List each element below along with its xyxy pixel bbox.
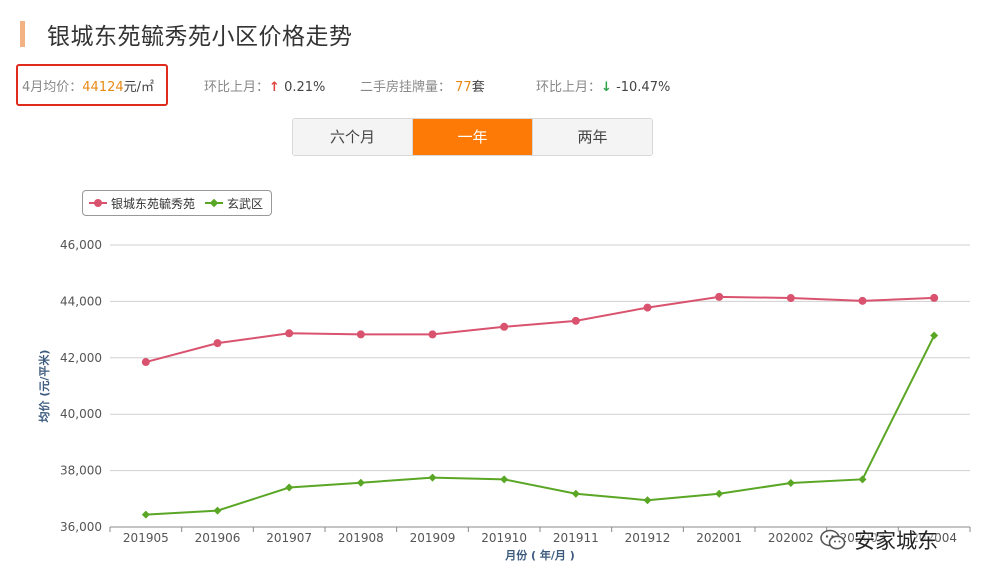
series-1-point	[213, 339, 222, 348]
price-trend-chart: 36,000 38,000 40,000 42,000 44,000 46,000 2019…	[37, 238, 971, 562]
series-2-point	[643, 496, 652, 505]
series-2-point	[428, 473, 437, 482]
x-tick-label: 201910	[481, 531, 527, 545]
y-tick-label: 36,000	[60, 520, 102, 534]
series-2-point	[500, 475, 509, 484]
y-axis-title: 均价 (元/平米)	[37, 350, 51, 423]
legend-item-series-1[interactable]: 银城东苑毓秀苑	[89, 195, 195, 212]
watermark-text: 安家城东	[854, 529, 938, 553]
legend-swatch-series-1	[89, 198, 107, 208]
y-tick-label: 38,000	[60, 464, 102, 478]
x-tick-label: 201911	[553, 531, 599, 545]
series-1-point	[571, 316, 580, 325]
x-axis-title: 月份 ( 年/月 )	[504, 548, 575, 562]
legend-item-series-2[interactable]: 玄武区	[205, 195, 263, 212]
series-1-point	[285, 329, 294, 338]
series-1-point	[428, 330, 437, 339]
series-1-point	[858, 296, 867, 305]
series-2-point	[356, 478, 365, 487]
series-1-point	[356, 330, 365, 339]
legend-label-series-1: 银城东苑毓秀苑	[111, 196, 196, 211]
wechat-icon	[820, 529, 846, 551]
legend-label-series-2: 玄武区	[227, 196, 264, 211]
series-2-point	[930, 331, 939, 340]
x-tick-label: 201905	[123, 531, 169, 545]
series-2-point	[715, 489, 724, 498]
series-1-point	[141, 358, 150, 367]
y-tick-label: 40,000	[60, 407, 102, 421]
series-2-point	[858, 475, 867, 484]
x-tick-label: 201912	[625, 531, 671, 545]
series-1-point	[643, 303, 652, 312]
series-2-point	[786, 479, 795, 488]
y-tick-label: 44,000	[60, 294, 102, 308]
legend-swatch-series-2	[205, 198, 224, 208]
series-line-2	[145, 335, 936, 516]
series-1-point	[930, 293, 939, 302]
x-tick-label: 202001	[696, 531, 742, 545]
chart-legend: 银城东苑毓秀苑 玄武区	[82, 190, 273, 216]
series-2-point	[213, 506, 222, 515]
series-1-point	[500, 322, 509, 331]
y-tick-label: 46,000	[60, 238, 102, 252]
x-tick-label: 201909	[410, 531, 456, 545]
x-tick-label: 201908	[338, 531, 384, 545]
series-2-point	[571, 489, 580, 498]
x-tick-label: 201907	[266, 531, 312, 545]
watermark: 安家城东	[820, 525, 938, 555]
x-tick-label: 201906	[195, 531, 241, 545]
y-tick-label: 42,000	[60, 351, 102, 365]
series-1-point	[786, 294, 795, 303]
series-1-point	[715, 292, 724, 301]
series-2-point	[141, 510, 150, 519]
series-2-point	[285, 483, 294, 492]
series-line-1	[145, 295, 935, 363]
x-tick-label: 202002	[768, 531, 814, 545]
